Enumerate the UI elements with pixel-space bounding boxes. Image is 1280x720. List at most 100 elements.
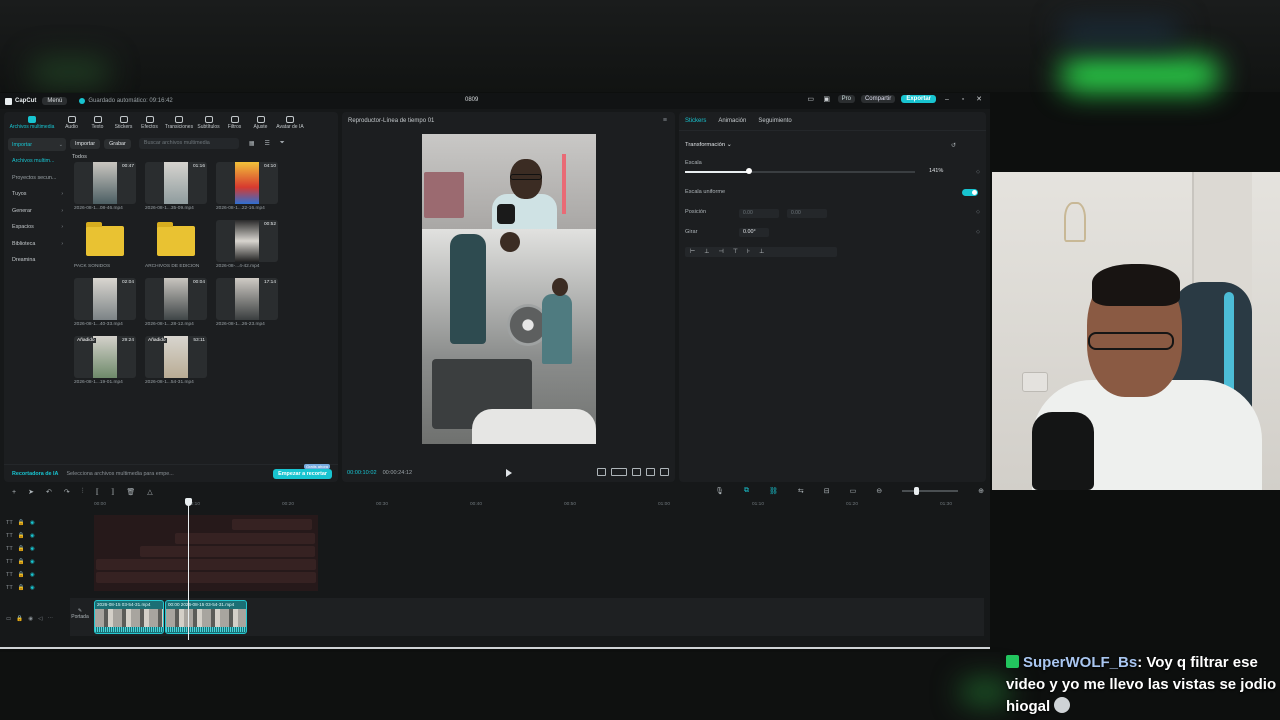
split-left-icon[interactable]: ⟦	[95, 488, 98, 496]
text-clip[interactable]	[96, 559, 316, 570]
preview-axis-icon[interactable]: ⇆	[798, 487, 804, 495]
share-button[interactable]: Compartir	[860, 95, 896, 103]
media-item[interactable]: 04:10 2026-08-1...22-16.mp4	[216, 162, 278, 211]
fullscreen-icon[interactable]	[660, 468, 669, 476]
lock-icon[interactable]: 🔒	[18, 559, 25, 565]
tab-filters[interactable]: Filtros	[222, 113, 247, 133]
keyframe-icon[interactable]: ◇	[976, 209, 980, 215]
grid-view-icon[interactable]: ▦	[249, 140, 255, 147]
pro-badge[interactable]: Pro	[837, 95, 855, 103]
zoom-out-icon[interactable]: ⊖	[876, 487, 882, 495]
eye-icon[interactable]: ◉	[30, 585, 35, 591]
minimize-icon[interactable]: –	[942, 96, 952, 103]
video-clip[interactable]: 00:00 2026-08-15 03-54-31.mp4	[165, 600, 247, 634]
keyframe-icon[interactable]: ◇	[976, 169, 980, 175]
media-folder[interactable]: PACK SONIDOS	[74, 220, 136, 269]
lock-icon[interactable]: 🔒	[18, 572, 25, 578]
select-tool-icon[interactable]: ➤	[28, 488, 34, 496]
transform-section-title[interactable]: Transformación ⌄	[685, 142, 732, 148]
media-search-input[interactable]: Buscar archivos multimedia	[138, 138, 239, 149]
playhead[interactable]	[188, 500, 189, 640]
sidebar-item-generate[interactable]: Generar ›	[8, 204, 66, 217]
uniform-scale-toggle[interactable]	[962, 189, 978, 196]
sidebar-item-yours[interactable]: Tuyos ›	[8, 188, 66, 201]
media-item[interactable]: 00:47 2026-08-1...08-46.mp4	[74, 162, 136, 211]
fit-icon[interactable]	[632, 468, 641, 476]
position-y-field[interactable]: 0.00	[787, 209, 827, 218]
ratio-icon[interactable]	[646, 468, 655, 476]
sidebar-item-secondary-projects[interactable]: Proyectos secun...	[8, 171, 66, 184]
tab-transitions[interactable]: Transiciones	[163, 113, 195, 133]
split-icon[interactable]: ⫶	[82, 488, 84, 496]
microphone-icon[interactable]: 🎙	[715, 487, 724, 495]
quality-icon[interactable]	[611, 468, 627, 476]
screen-icon[interactable]: ▣	[822, 95, 832, 103]
crop-icon[interactable]	[597, 468, 606, 476]
eye-icon[interactable]: ◉	[28, 616, 33, 622]
lock-icon[interactable]: 🔒	[18, 585, 25, 591]
undo-icon[interactable]: ↶	[46, 488, 52, 496]
media-item[interactable]: Añadido 29:24 2026-08-1...19-01.mp4	[74, 336, 136, 385]
media-item[interactable]: 17:14 2026-08-1...26-23.mp4	[216, 278, 278, 327]
link-icon[interactable]: ⛓	[769, 487, 778, 495]
position-x-field[interactable]: 0.00	[739, 209, 779, 218]
sort-icon[interactable]: ☰	[265, 140, 270, 147]
add-icon[interactable]: +	[12, 489, 16, 496]
redo-icon[interactable]: ↷	[64, 488, 70, 496]
tab-animation[interactable]: Animación	[718, 118, 746, 124]
sidebar-item-dreamina[interactable]: Dreamina	[8, 254, 66, 267]
eye-icon[interactable]: ◉	[30, 533, 35, 539]
tab-stickers-props[interactable]: Stickers	[685, 118, 706, 124]
cover-button[interactable]: ✎ Portada	[70, 608, 90, 620]
media-item[interactable]: 00:04 2026-08-1...28-12.mp4	[145, 278, 207, 327]
zoom-in-icon[interactable]: ⊕	[978, 487, 984, 495]
filter-icon[interactable]: ⏷	[280, 140, 285, 147]
timeline-ruler[interactable]: 00:00 00:10 00:20 00:30 00:40 00:50 01:0…	[94, 502, 984, 512]
tab-tracking[interactable]: Seguimiento	[758, 118, 791, 124]
sidebar-item-import[interactable]: Importar ⌄	[8, 138, 66, 151]
video-preview[interactable]	[422, 134, 596, 444]
tab-subtitles[interactable]: Subtítulos	[196, 113, 221, 133]
mask-icon[interactable]: △	[147, 488, 152, 496]
eye-icon[interactable]: ◉	[30, 520, 35, 526]
media-item[interactable]: 00:52 2026-08-...4-42.mp4	[216, 220, 278, 269]
media-item[interactable]: 02:04 2026-08-1...40-33.mp4	[74, 278, 136, 327]
lock-icon[interactable]: 🔒	[18, 520, 25, 526]
align-right-icon[interactable]: ⊣	[718, 248, 723, 256]
close-icon[interactable]: ✕	[974, 95, 984, 103]
align-top-icon[interactable]: ⊤	[733, 248, 738, 256]
layout-icon[interactable]: ▭	[806, 95, 816, 103]
scale-slider[interactable]	[685, 168, 915, 174]
video-clip[interactable]: 2026-08-15 03-54-31.mp4	[94, 600, 164, 634]
tab-audio[interactable]: Audio	[59, 113, 84, 133]
text-clip[interactable]	[140, 546, 315, 557]
lock-icon[interactable]: 🔒	[18, 533, 25, 539]
more-icon[interactable]: ⋯	[47, 616, 53, 622]
start-crop-button[interactable]: Empezar a recortar	[273, 469, 332, 479]
delete-icon[interactable]: 🗑	[126, 488, 135, 496]
text-clip[interactable]	[96, 572, 316, 583]
snap-icon[interactable]: ⊟	[824, 487, 830, 495]
media-folder[interactable]: ARCHIVOS DE EDICION	[145, 220, 207, 269]
ai-cropper-label[interactable]: Recortadora de IA	[12, 471, 58, 477]
align-middle-icon[interactable]: ⊦	[747, 248, 750, 256]
player-menu-icon[interactable]: ≡	[663, 117, 667, 124]
caption-icon[interactable]: ▭	[850, 487, 857, 495]
tab-media[interactable]: Archivos multimedia	[6, 113, 58, 133]
scale-value[interactable]: 141%	[929, 168, 943, 174]
align-center-icon[interactable]: ⊥	[704, 248, 709, 256]
media-item[interactable]: Añadido 53:11 2026-08-1...54-31.mp4	[145, 336, 207, 385]
reset-icon[interactable]: ↺	[951, 142, 956, 149]
sidebar-item-library[interactable]: Biblioteca ›	[8, 237, 66, 250]
tab-ai-avatar[interactable]: Avatar de IA	[274, 113, 306, 133]
align-left-icon[interactable]: ⊢	[690, 248, 695, 256]
scale-slider-handle[interactable]	[746, 168, 753, 174]
align-bottom-icon[interactable]: ⊥	[759, 248, 764, 256]
eye-icon[interactable]: ◉	[30, 546, 35, 552]
lock-icon[interactable]: 🔒	[16, 616, 23, 622]
split-right-icon[interactable]: ⟧	[111, 488, 114, 496]
tab-text[interactable]: Texto	[85, 113, 110, 133]
magnet-icon[interactable]: ⧉	[744, 487, 749, 495]
rotate-field[interactable]: 0.00°	[739, 228, 769, 237]
sidebar-item-spaces[interactable]: Espacios ›	[8, 221, 66, 234]
